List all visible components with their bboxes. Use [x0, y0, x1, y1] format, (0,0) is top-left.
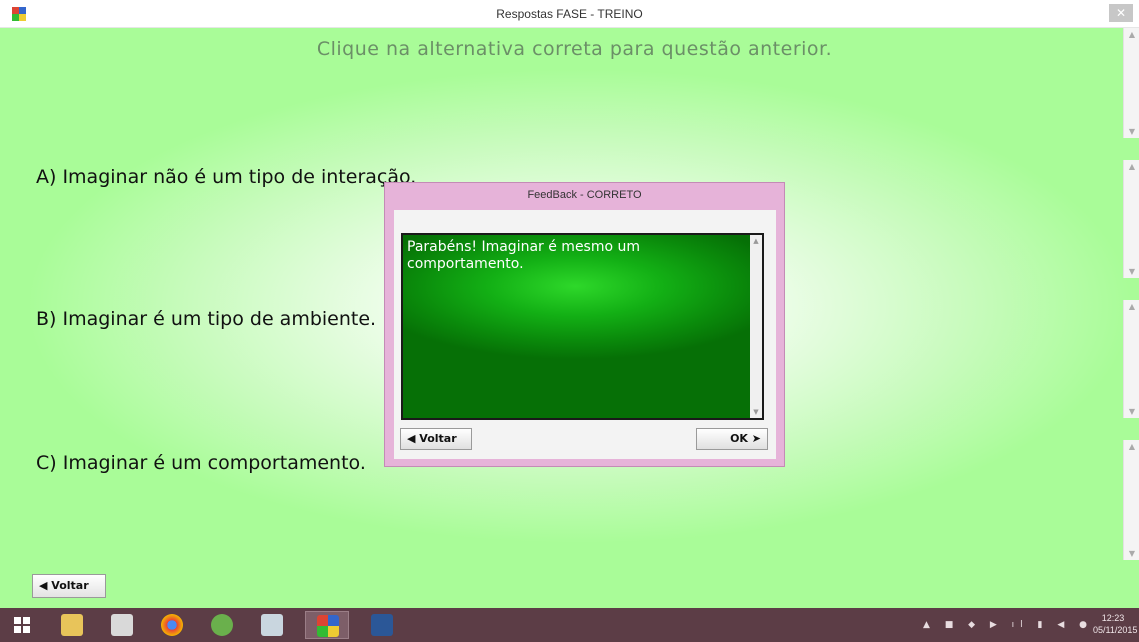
alternative-c[interactable]: C) Imaginar é um comportamento. [36, 452, 366, 474]
scroll-down-icon[interactable]: ▼ [1124, 407, 1139, 416]
dialog-body: Parabéns! Imaginar é mesmo um comportame… [394, 210, 776, 459]
dialog-ok-button[interactable]: OK ➤ [696, 428, 768, 450]
alternative-b[interactable]: B) Imaginar é um tipo de ambiente. [36, 308, 376, 330]
feedback-message: Parabéns! Imaginar é mesmo um comportame… [407, 239, 641, 272]
scroll-up-icon[interactable]: ▲ [750, 237, 762, 245]
question-title: Clique na alternativa correta para quest… [316, 38, 833, 60]
taskbar-word[interactable] [360, 611, 404, 639]
system-tray-icons[interactable]: ▲ ■ ◆ ▶ ıl ▮ ◀ ● [923, 620, 1093, 630]
taskbar-active-app[interactable] [305, 611, 349, 639]
taskbar-utorrent[interactable] [200, 611, 244, 639]
utorrent-icon [211, 614, 233, 636]
feedback-dialog: FeedBack - CORRETO Parabéns! Imaginar é … [384, 182, 785, 467]
dialog-voltar-button[interactable]: ◀ Voltar [400, 428, 472, 450]
taskbar-calendar-app[interactable] [100, 611, 144, 639]
scroll-down-icon[interactable]: ▼ [1124, 127, 1139, 136]
scroll-down-icon[interactable]: ▼ [1124, 267, 1139, 276]
alternative-c-scrollbar[interactable]: ▲ ▼ [1123, 440, 1139, 560]
alternative-a-scrollbar[interactable]: ▲ ▼ [1123, 160, 1139, 278]
question-scrollbar[interactable]: ▲ ▼ [1123, 28, 1139, 138]
scroll-down-icon[interactable]: ▼ [1124, 549, 1139, 558]
scroll-up-icon[interactable]: ▲ [1124, 162, 1139, 171]
start-button[interactable] [0, 611, 44, 639]
scroll-up-icon[interactable]: ▲ [1124, 442, 1139, 451]
voltar-button[interactable]: ◀ Voltar [32, 574, 106, 598]
scroll-down-icon[interactable]: ▼ [750, 408, 762, 416]
dialog-title: FeedBack - CORRETO [527, 189, 642, 201]
taskbar-clock[interactable]: 12:23 05/11/2015 [1093, 612, 1138, 636]
window-title: Respostas FASE - TREINO [496, 7, 643, 21]
file-explorer-icon [61, 614, 83, 636]
calculator-icon [261, 614, 283, 636]
taskbar-chrome[interactable] [150, 611, 194, 639]
alternative-a[interactable]: A) Imaginar não é um tipo de interação. [36, 166, 416, 188]
chrome-icon [161, 614, 183, 636]
clock-time: 12:23 [1101, 613, 1125, 623]
clock-date: 05/11/2015 [1093, 625, 1138, 635]
close-button[interactable]: ✕ [1109, 4, 1133, 22]
feedback-message-box: Parabéns! Imaginar é mesmo um comportame… [401, 233, 764, 420]
calendar-app-icon [111, 614, 133, 636]
active-app-icon [317, 615, 339, 637]
taskbar: ▲ ■ ◆ ▶ ıl ▮ ◀ ● 12:23 05/11/2015 [0, 608, 1139, 642]
taskbar-calculator[interactable] [250, 611, 294, 639]
windows-start-icon [14, 617, 30, 633]
main-window: Clique na alternativa correta para quest… [0, 28, 1139, 608]
scroll-up-icon[interactable]: ▲ [1124, 30, 1139, 39]
window-titlebar: Respostas FASE - TREINO ✕ [0, 0, 1139, 28]
scroll-up-icon[interactable]: ▲ [1124, 302, 1139, 311]
alternative-b-scrollbar[interactable]: ▲ ▼ [1123, 300, 1139, 418]
feedback-scrollbar[interactable]: ▲ ▼ [750, 235, 762, 418]
taskbar-file-explorer[interactable] [50, 611, 94, 639]
word-icon [371, 614, 393, 636]
